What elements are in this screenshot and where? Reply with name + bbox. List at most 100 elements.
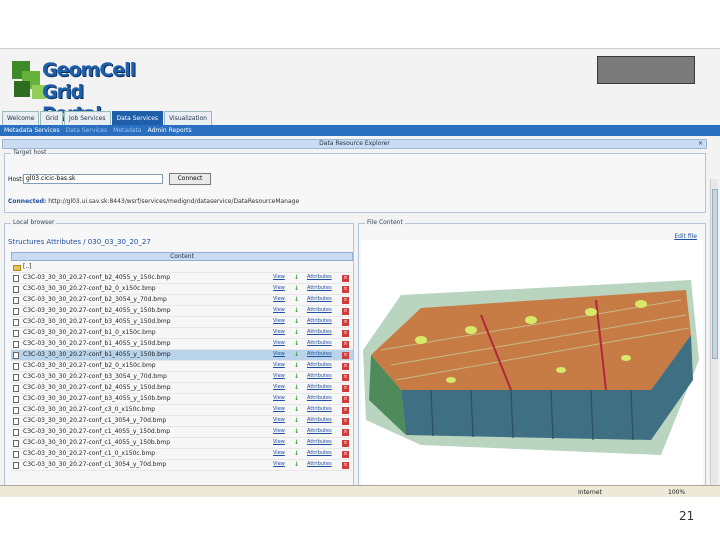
download-arrow-icon[interactable]: ↓ — [294, 395, 299, 402]
delete-icon[interactable]: × — [342, 275, 349, 282]
tab-visualization[interactable]: Visualization — [164, 111, 212, 125]
download-arrow-icon[interactable]: ↓ — [294, 439, 299, 446]
attributes-link[interactable]: Attributes — [307, 351, 332, 357]
file-name[interactable]: C3C-03_30_30_20.27-conf_c1_3054_y_70d.bm… — [23, 461, 166, 468]
delete-icon[interactable]: × — [342, 308, 349, 315]
attributes-link[interactable]: Attributes — [307, 307, 332, 313]
file-row[interactable]: C3C-03_30_30_20.27-conf_b3_4055_y_150d.b… — [11, 317, 353, 328]
download-arrow-icon[interactable]: ↓ — [294, 417, 299, 424]
view-link[interactable]: View — [273, 384, 285, 390]
download-arrow-icon[interactable]: ↓ — [294, 318, 299, 325]
attributes-link[interactable]: Attributes — [307, 450, 332, 456]
download-arrow-icon[interactable]: ↓ — [294, 329, 299, 336]
file-name[interactable]: C3C-03_30_30_20.27-conf_b1_4055_y_150b.b… — [23, 351, 171, 358]
file-row[interactable]: C3C-03_30_30_20.27-conf_b2_0_x150c.bmp Vi… — [11, 284, 353, 295]
file-name[interactable]: C3C-03_30_30_20.27-conf_b2_4055_y_150b.b… — [23, 307, 171, 314]
subnav-metadata[interactable]: Metadata — [113, 127, 141, 134]
file-row[interactable]: C3C-03_30_30_20.27-conf_c1_4055_y_150d.b… — [11, 427, 353, 438]
file-name[interactable]: C3C-03_30_30_20.27-conf_b3_3054_y_70d.bm… — [23, 373, 167, 380]
delete-icon[interactable]: × — [342, 396, 349, 403]
file-name[interactable]: C3C-03_30_30_20.27-conf_b2_4055_y_150d.b… — [23, 384, 171, 391]
file-row[interactable]: C3C-03_30_30_20.27-conf_c1_4055_y_150b.b… — [11, 438, 353, 449]
attributes-link[interactable]: Attributes — [307, 373, 332, 379]
view-link[interactable]: View — [273, 296, 285, 302]
view-link[interactable]: View — [273, 318, 285, 324]
delete-icon[interactable]: × — [342, 352, 349, 359]
view-link[interactable]: View — [273, 340, 285, 346]
close-icon[interactable]: × — [698, 140, 703, 148]
zoom-level[interactable]: 100% — [668, 489, 685, 496]
attributes-link[interactable]: Attributes — [307, 461, 332, 467]
attributes-link[interactable]: Attributes — [307, 395, 332, 401]
file-name[interactable]: C3C-03_30_30_20.27-conf_c1_4055_y_150d.b… — [23, 428, 170, 435]
file-name[interactable]: C3C-03_30_30_20.27-conf_c1_3054_y_70d.bm… — [23, 417, 166, 424]
tab-welcome[interactable]: Welcome — [2, 111, 40, 125]
download-arrow-icon[interactable]: ↓ — [294, 274, 299, 281]
file-name[interactable]: C3C-03_30_30_20.27-conf_b3_4055_y_150b.b… — [23, 395, 171, 402]
file-row[interactable]: C3C-03_30_30_20.27-conf_b1_4055_y_150d.b… — [11, 339, 353, 350]
file-name[interactable]: C3C-03_30_30_20.27-conf_b3_4055_y_150d.b… — [23, 318, 171, 325]
file-row[interactable]: C3C-03_30_30_20.27-conf_b2_3054_y_70d.bm… — [11, 295, 353, 306]
view-link[interactable]: View — [273, 329, 285, 335]
delete-icon[interactable]: × — [342, 363, 349, 370]
attributes-link[interactable]: Attributes — [307, 417, 332, 423]
attributes-link[interactable]: Attributes — [307, 384, 332, 390]
file-name[interactable]: C3C-03_30_30_20.27-conf_b2_0_x150c.bmp — [23, 285, 156, 292]
download-arrow-icon[interactable]: ↓ — [294, 384, 299, 391]
download-arrow-icon[interactable]: ↓ — [294, 285, 299, 292]
view-link[interactable]: View — [273, 406, 285, 412]
file-row[interactable]: C3C-03_30_30_20.27-conf_c1_3054_y_70d.bm… — [11, 416, 353, 427]
view-link[interactable]: View — [273, 439, 285, 445]
view-link[interactable]: View — [273, 373, 285, 379]
attributes-link[interactable]: Attributes — [307, 439, 332, 445]
file-row[interactable]: C3C-03_30_30_20.27-conf_b1_0_x150c.bmp Vi… — [11, 328, 353, 339]
delete-icon[interactable]: × — [342, 462, 349, 469]
delete-icon[interactable]: × — [342, 418, 349, 425]
download-arrow-icon[interactable]: ↓ — [294, 351, 299, 358]
tab-data-services[interactable]: Data Services — [111, 111, 164, 125]
download-arrow-icon[interactable]: ↓ — [294, 362, 299, 369]
delete-icon[interactable]: × — [342, 319, 349, 326]
view-link[interactable]: View — [273, 461, 285, 467]
download-arrow-icon[interactable]: ↓ — [294, 461, 299, 468]
scrollbar-thumb[interactable] — [712, 189, 718, 359]
attributes-link[interactable]: Attributes — [307, 406, 332, 412]
file-name[interactable]: C3C-03_30_30_20.27-conf_b2_4055_y_150c.b… — [23, 274, 170, 281]
file-row[interactable]: C3C-03_30_30_20.27-conf_b2_4055_y_150b.b… — [11, 306, 353, 317]
download-arrow-icon[interactable]: ↓ — [294, 307, 299, 314]
delete-icon[interactable]: × — [342, 451, 349, 458]
attributes-link[interactable]: Attributes — [307, 296, 332, 302]
download-arrow-icon[interactable]: ↓ — [294, 428, 299, 435]
subnav-metadata-services[interactable]: Metadata Services — [4, 127, 60, 134]
view-link[interactable]: View — [273, 450, 285, 456]
subnav-data-services[interactable]: Data Services — [66, 127, 108, 134]
tab-job-services[interactable]: Job Services — [64, 111, 111, 125]
connect-button[interactable]: Connect — [169, 173, 211, 185]
view-link[interactable]: View — [273, 307, 285, 313]
delete-icon[interactable]: × — [342, 429, 349, 436]
view-link[interactable]: View — [273, 285, 285, 291]
file-name[interactable]: C3C-03_30_30_20.27-conf_b1_0_x150c.bmp — [23, 329, 156, 336]
attributes-link[interactable]: Attributes — [307, 329, 332, 335]
download-arrow-icon[interactable]: ↓ — [294, 340, 299, 347]
file-name[interactable]: C3C-03_30_30_20.27-conf_c1_4055_y_150b.b… — [23, 439, 170, 446]
attributes-link[interactable]: Attributes — [307, 362, 332, 368]
file-row[interactable]: C3C-03_30_30_20.27-conf_b2_4055_y_150d.b… — [11, 383, 353, 394]
file-row[interactable]: C3C-03_30_30_20.27-conf_c3_0_x150c.bmp Vi… — [11, 405, 353, 416]
file-name[interactable]: C3C-03_30_30_20.27-conf_c1_0_x150c.bmp — [23, 450, 155, 457]
attributes-link[interactable]: Attributes — [307, 428, 332, 434]
file-row[interactable]: C3C-03_30_30_20.27-conf_c1_0_x150c.bmp Vi… — [11, 449, 353, 460]
delete-icon[interactable]: × — [342, 341, 349, 348]
delete-icon[interactable]: × — [342, 407, 349, 414]
delete-icon[interactable]: × — [342, 286, 349, 293]
subnav-admin-reports[interactable]: Admin Reports — [148, 127, 192, 134]
host-select[interactable]: gl03.cicic-bas.sk — [23, 174, 163, 184]
page-scrollbar[interactable] — [710, 179, 718, 497]
delete-icon[interactable]: × — [342, 440, 349, 447]
file-row[interactable]: C3C-03_30_30_20.27-conf_b3_3054_y_70d.bm… — [11, 372, 353, 383]
attributes-link[interactable]: Attributes — [307, 318, 332, 324]
file-name[interactable]: C3C-03_30_30_20.27-conf_b2_0_x150c.bmp — [23, 362, 156, 369]
3d-model-viewer[interactable] — [361, 240, 703, 497]
attributes-link[interactable]: Attributes — [307, 285, 332, 291]
delete-icon[interactable]: × — [342, 374, 349, 381]
